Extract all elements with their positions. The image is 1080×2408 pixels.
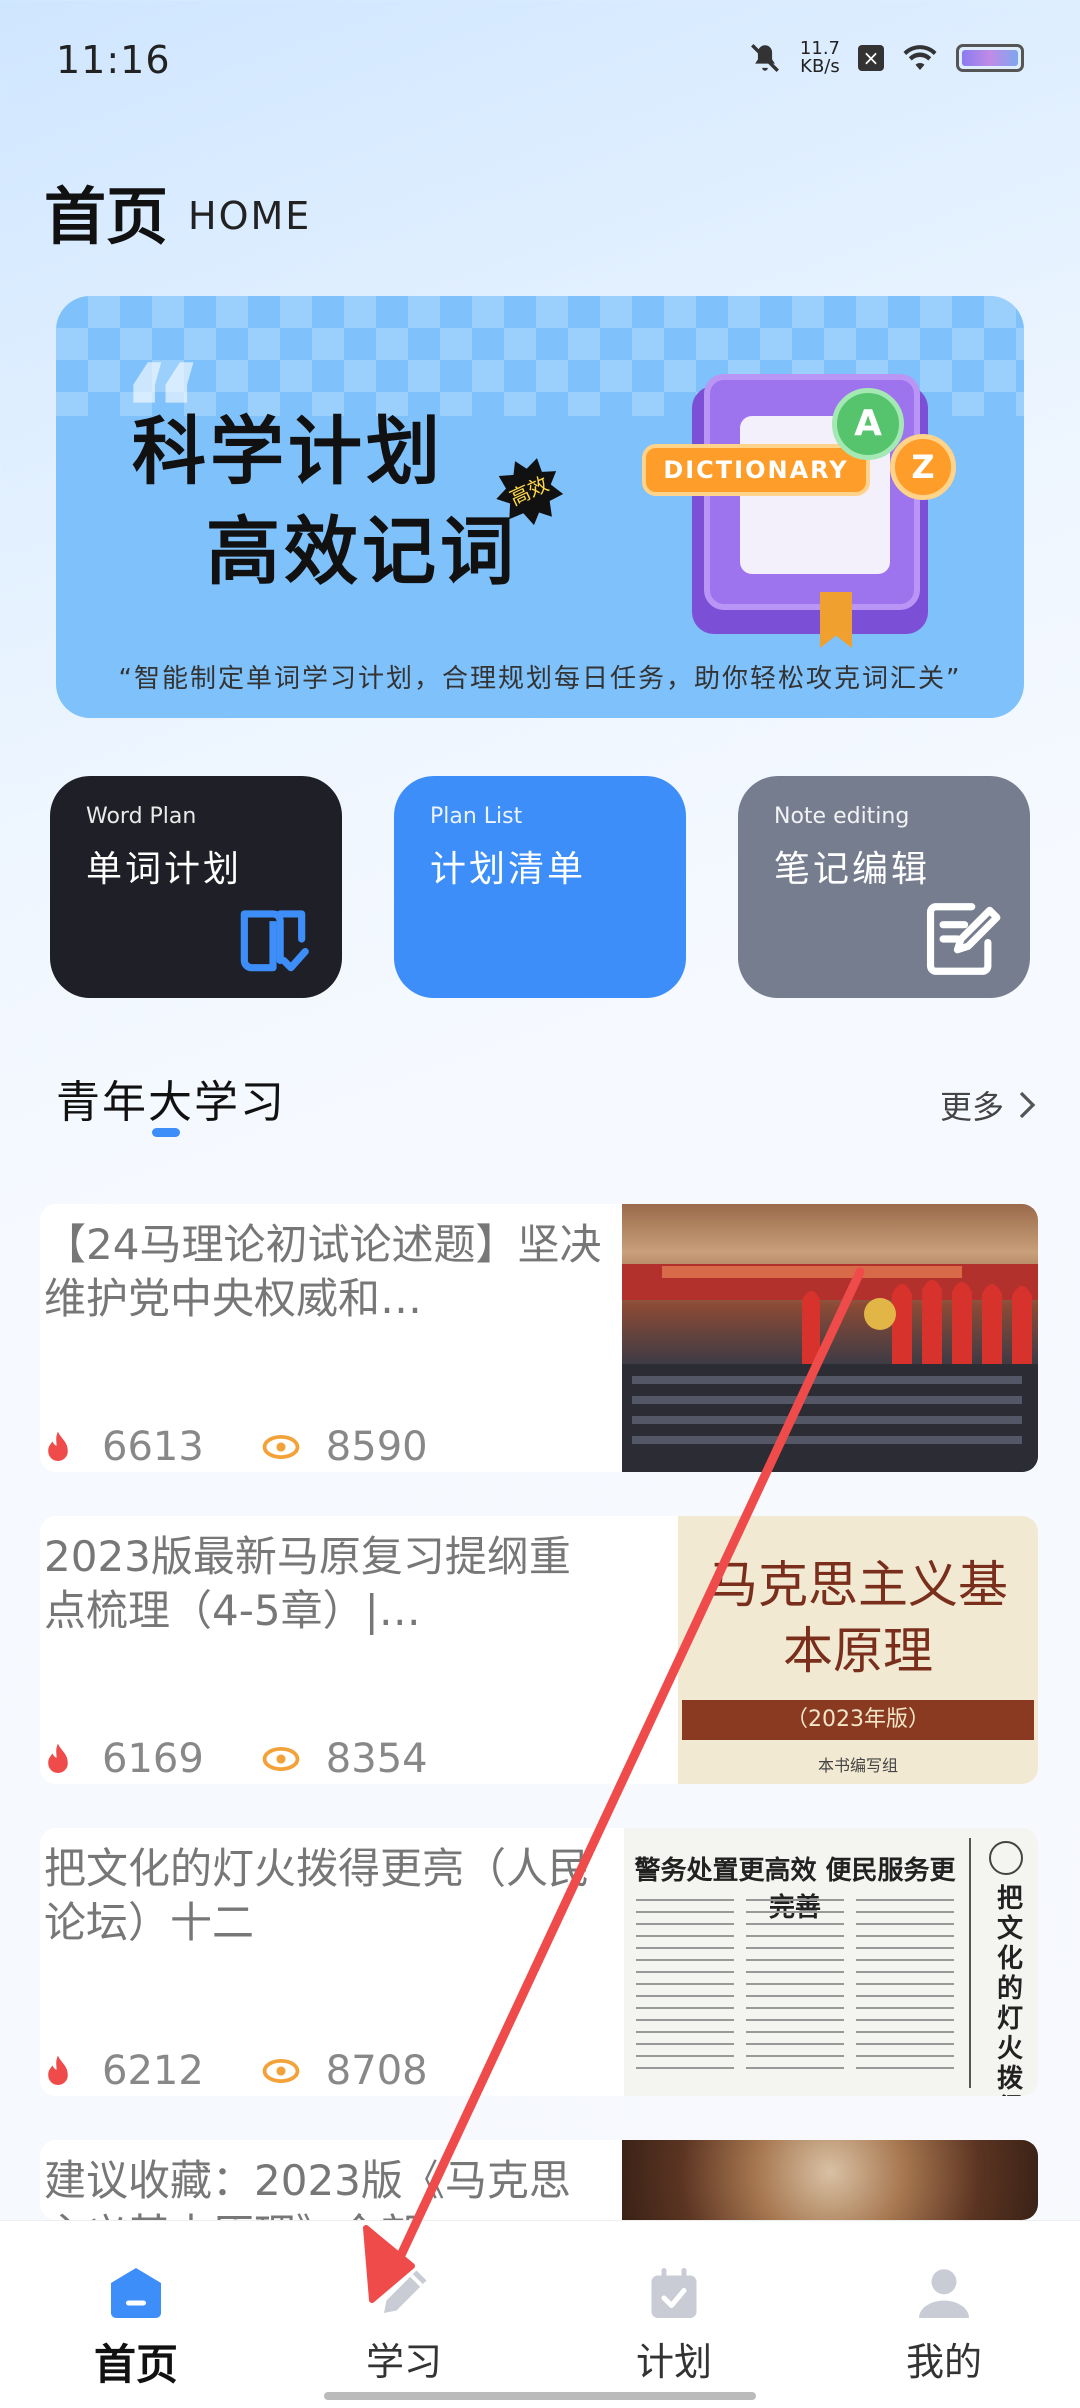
letter-a-icon: A: [832, 388, 904, 460]
chevron-right-icon: [1019, 1091, 1036, 1119]
book-cover-footer: 本书编写组: [817, 1756, 898, 1775]
book-cover-edition: （2023年版）: [682, 1700, 1034, 1740]
nav-label: 学习: [365, 2340, 442, 2384]
card-zh-label: 笔记编辑: [774, 849, 931, 890]
letter-z-icon: Z: [890, 434, 956, 500]
plan-list-card[interactable]: Plan List 计划清单: [394, 776, 686, 998]
book-cover-title: 马克思主义基本原理: [708, 1556, 1008, 1680]
article-thumbnail-book: 马克思主义基本原理 （2023年版） 本书编写组: [678, 1516, 1038, 1784]
article-title: 建议收藏：2023版《马克思主义基本原理》全部…: [44, 2156, 571, 2220]
eye-icon: [262, 1746, 300, 1772]
article-card[interactable]: 2023版最新马原复习提纲重点梳理（4-5章）|… 6169 8354 马克思主…: [40, 1516, 1038, 1784]
fire-icon: [48, 1743, 68, 1773]
article-thumbnail-newspaper: 警务处置更高效 便民服务更完善 把文化的灯火拨: [624, 1828, 1038, 2096]
note-editing-card[interactable]: Note editing 笔记编辑: [738, 776, 1030, 998]
nav-label: 计划: [635, 2340, 712, 2384]
book-ribbon: [820, 592, 852, 648]
article-card[interactable]: 把文化的灯火拨得更亮（人民论坛）十二 6212 8708 警务处置更高效 便民服…: [40, 1828, 1038, 2096]
fire-icon: [48, 1431, 68, 1461]
calendar-check-icon: [651, 2268, 697, 2318]
banner-headline-2: 高效记词: [206, 509, 518, 595]
newspaper-vertical-title: 把文化的灯火拨得更亮: [996, 1884, 1023, 2096]
card-zh-label: 计划清单: [430, 849, 587, 890]
article-thumbnail-portrait: [622, 2140, 1038, 2220]
nav-study[interactable]: 学习: [304, 2221, 504, 2408]
nav-mine[interactable]: 我的: [844, 2221, 1044, 2408]
view-count: 8708: [325, 2048, 428, 2094]
like-count: 6169: [102, 1736, 204, 1782]
home-indicator[interactable]: [324, 2392, 756, 2400]
net-speed-unit: KB/s: [800, 56, 840, 77]
status-time: 11:16: [56, 38, 171, 82]
promo-banner[interactable]: “ 科学计划 高效记词 高效 DICTIONARY A Z “智能制定单词学习计…: [56, 296, 1024, 718]
person-icon: [919, 2269, 969, 2318]
view-count: 8590: [325, 1424, 428, 1470]
article-card[interactable]: 【24马理论初试论述题】坚决维护党中央权威和… 6613 8590: [40, 1204, 1038, 1472]
nav-home[interactable]: 首页: [36, 2221, 236, 2408]
mute-icon: [750, 44, 779, 72]
like-count: 6212: [102, 2048, 204, 2094]
article-thumbnail-hall: [622, 1204, 1038, 1472]
like-count: 6613: [102, 1424, 204, 1470]
no-sim-icon: ×: [858, 45, 884, 71]
more-label: 更多: [939, 1088, 1004, 1126]
nav-label: 我的: [905, 2340, 982, 2384]
more-link[interactable]: 更多: [940, 1082, 1036, 1128]
article-meta: 6212 8708: [44, 2048, 428, 2094]
pencil-icon: [384, 2270, 427, 2313]
book-check-icon: [240, 910, 309, 972]
article-card[interactable]: 建议收藏：2023版《马克思主义基本原理》全部…: [40, 2140, 1038, 2220]
view-count: 8354: [325, 1736, 428, 1782]
eye-icon: [262, 2058, 300, 2084]
status-icons: 11.7 KB/s ×: [748, 40, 1024, 76]
page-title: 首页: [44, 180, 169, 253]
net-speed: 11.7 KB/s: [800, 40, 840, 76]
article-meta: 6613 8590: [44, 1424, 428, 1470]
dictionary-label: DICTIONARY: [642, 444, 870, 496]
nav-plan[interactable]: 计划: [574, 2221, 774, 2408]
article-title: 把文化的灯火拨得更亮（人民论坛）十二: [44, 1844, 591, 1947]
banner-headline-1: 科学计划: [132, 409, 444, 495]
article-title: 【24马理论初试论述题】坚决维护党中央权威和…: [44, 1220, 602, 1323]
nav-label: 首页: [93, 2340, 178, 2389]
card-en-label: Note editing: [774, 804, 910, 829]
card-en-label: Plan List: [430, 804, 523, 829]
article-title: 2023版最新马原复习提纲重点梳理（4-5章）|…: [44, 1532, 571, 1635]
card-zh-label: 单词计划: [86, 849, 243, 890]
fire-icon: [48, 2055, 68, 2085]
home-icon: [111, 2268, 161, 2318]
section-title-indicator: [152, 1128, 180, 1137]
word-plan-card[interactable]: Word Plan 单词计划: [50, 776, 342, 998]
card-en-label: Word Plan: [86, 804, 197, 829]
eye-icon: [262, 1434, 300, 1460]
page-subtitle: HOME: [188, 194, 312, 238]
edit-note-icon: [926, 903, 1001, 975]
article-meta: 6169 8354: [44, 1736, 428, 1782]
bottom-navigation: 首页 学习 计划 我的: [0, 2220, 1080, 2408]
battery-icon: [956, 44, 1024, 72]
banner-caption: “智能制定单词学习计划，合理规划每日任务，助你轻松攻克词汇关”: [118, 664, 962, 694]
section-title: 青年大学习: [56, 1077, 286, 1128]
wifi-icon: [903, 45, 937, 70]
